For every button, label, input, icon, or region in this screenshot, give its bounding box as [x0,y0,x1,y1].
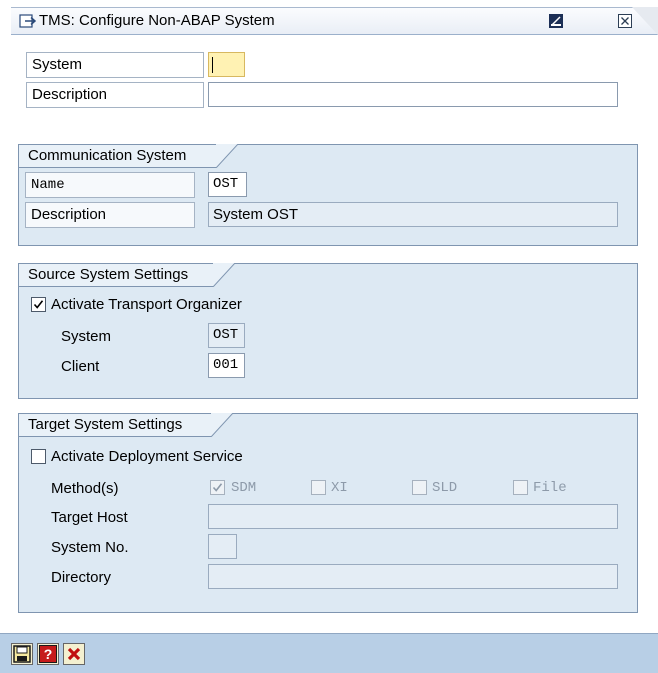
method-sld-label: SLD [432,480,458,496]
footer-toolbar: ? [0,633,658,673]
system-input[interactable] [208,52,245,77]
window-titlebar: TMS: Configure Non-ABAP System [11,7,658,35]
comm-description-field[interactable]: System OST [208,202,618,227]
activate-deployment-service-label[interactable]: Activate Deployment Service [51,448,243,465]
activate-transport-organizer-label[interactable]: Activate Transport Organizer [51,296,242,313]
source-client-input[interactable]: 001 [208,353,245,378]
checkmark-icon [33,300,44,309]
tab-slant [213,263,235,287]
tab-slant [216,144,238,168]
method-file-checkbox[interactable] [513,480,528,495]
close-icon[interactable] [617,13,633,29]
directory-label: Directory [51,569,112,586]
system-no-field[interactable] [208,534,237,559]
comm-name-label: Name [31,177,65,193]
system-label: System [32,56,83,73]
titlebar-corner [632,7,658,35]
source-client-label: Client [61,358,100,375]
activate-transport-organizer-checkbox[interactable] [31,297,46,312]
target-host-field[interactable] [208,504,618,529]
communication-system-title: Communication System [19,144,238,168]
description-label: Description [32,86,108,103]
communication-system-group: Communication System Name OST Descriptio… [18,144,638,246]
window-title: TMS: Configure Non-ABAP System [39,12,275,29]
save-icon [13,645,31,663]
help-button[interactable]: ? [37,643,59,665]
minimize-icon[interactable] [548,13,564,29]
source-system-label: System [61,328,112,345]
source-system-group: Source System Settings Activate Transpor… [18,263,638,399]
cancel-icon [65,645,83,663]
source-system-field[interactable]: OST [208,323,245,348]
target-system-group: Target System Settings Activate Deployme… [18,413,638,613]
comm-name-input[interactable]: OST [208,172,247,197]
window-app-icon [19,12,37,30]
method-xi-label: XI [331,480,348,496]
comm-description-label: Description [31,206,107,223]
svg-text:?: ? [44,646,53,662]
target-host-label: Target Host [51,509,128,526]
method-file-label: File [533,480,567,496]
directory-field[interactable] [208,564,618,589]
description-input[interactable] [208,82,618,107]
checkmark-icon [212,483,223,492]
method-xi-checkbox[interactable] [311,480,326,495]
source-system-title: Source System Settings [19,263,235,287]
methods-label: Method(s) [51,480,119,497]
method-sld-checkbox[interactable] [412,480,427,495]
tab-slant [211,413,233,437]
system-no-label: System No. [51,539,129,556]
text-cursor [212,57,213,73]
method-sdm-label: SDM [231,480,257,496]
method-sdm-checkbox[interactable] [210,480,225,495]
save-button[interactable] [11,643,33,665]
help-icon: ? [39,645,57,663]
cancel-button[interactable] [63,643,85,665]
activate-deployment-service-checkbox[interactable] [31,449,46,464]
target-system-title: Target System Settings [19,413,233,437]
